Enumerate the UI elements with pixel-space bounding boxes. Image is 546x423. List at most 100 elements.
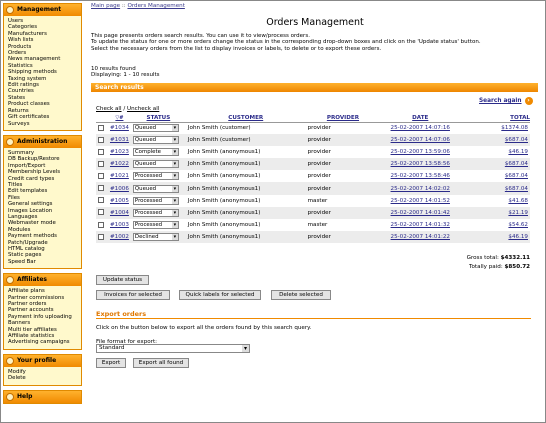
provider-cell: provider [307, 125, 331, 132]
table-row: #1002 Declined John Smith (anonymous1)prov… [96, 230, 530, 243]
column-header-status[interactable]: STATUS [130, 114, 186, 123]
order-date-link[interactable]: 25-02-2007 14:07:06 [391, 137, 450, 143]
menu-bullet-icon [6, 6, 14, 14]
order-total-link[interactable]: $46.19 [508, 149, 528, 155]
row-checkbox[interactable] [98, 125, 104, 132]
order-id-link[interactable]: #1005 [110, 198, 129, 204]
quick-labels-button[interactable]: Quick labels for selected [179, 290, 261, 300]
order-id-link[interactable]: #1003 [110, 222, 129, 228]
row-checkbox[interactable] [98, 209, 104, 216]
breadcrumb-current-link[interactable]: Orders Management [127, 3, 184, 9]
status-select[interactable]: Queued [132, 184, 179, 193]
order-date-link[interactable]: 25-02-2007 14:02:02 [391, 186, 450, 192]
row-checkbox[interactable] [98, 221, 104, 228]
order-total-link[interactable]: $1374.08 [501, 125, 528, 131]
order-id-link[interactable]: #1006 [110, 186, 129, 192]
customer-cell: John Smith (anonymous1) [187, 221, 261, 228]
order-total-link[interactable]: $687.04 [505, 186, 528, 192]
results-displaying: Displaying: 1 - 10 results [91, 72, 160, 79]
order-id-link[interactable]: #1031 [110, 137, 129, 143]
delete-selected-button[interactable]: Delete selected [271, 290, 331, 300]
status-select[interactable]: Processed [132, 172, 179, 181]
column-header-customer[interactable]: CUSTOMER [185, 114, 306, 123]
status-value: Processed [134, 221, 163, 228]
order-total-link[interactable]: $687.04 [505, 161, 528, 167]
order-id-link[interactable]: #1004 [110, 210, 129, 216]
status-select[interactable]: Queued [132, 136, 179, 145]
order-total-link[interactable]: $54.62 [508, 222, 528, 228]
column-header-provider[interactable]: PROVIDER [305, 114, 381, 123]
row-checkbox[interactable] [98, 185, 104, 192]
sidebar-item-management[interactable]: Surveys [8, 121, 78, 127]
status-select[interactable]: Processed [132, 196, 179, 205]
totally-paid-value: $850.72 [504, 264, 530, 270]
status-select[interactable]: Queued [132, 124, 179, 133]
uncheck-all-link[interactable]: Uncheck all [127, 106, 159, 112]
sort-order-id-header[interactable]: ▽# [107, 114, 131, 123]
order-total-link[interactable]: $41.68 [508, 198, 528, 204]
order-date-link[interactable]: 25-02-2007 13:59:06 [391, 149, 450, 155]
order-id-link[interactable]: #1023 [110, 149, 129, 155]
affiliates-menu-header: Affiliates [4, 274, 81, 287]
search-again-link[interactable]: Search again › [479, 97, 533, 105]
status-select[interactable]: Declined [132, 232, 179, 241]
invoices-for-selected-button[interactable]: Invoices for selected [96, 290, 170, 300]
provider-cell: provider [307, 149, 331, 156]
management-menu-items: Users Categories Manufacturers Wish lists Pr… [4, 16, 81, 130]
order-total-link[interactable]: $46.19 [508, 234, 528, 240]
breadcrumb-home-link[interactable]: Main page [91, 3, 120, 9]
status-value: Queued [134, 161, 157, 168]
profile-menu: Your profile Modify Delete [3, 353, 82, 386]
status-select[interactable]: Complete [132, 148, 179, 157]
column-header-total[interactable]: TOTAL [460, 114, 530, 123]
order-date-link[interactable]: 25-02-2007 13:58:46 [391, 173, 450, 179]
row-checkbox[interactable] [98, 148, 104, 155]
provider-cell: provider [305, 230, 381, 243]
sidebar-item-administration[interactable]: Speed Bar [8, 259, 78, 265]
customer-cell: John Smith (anonymous1) [185, 182, 306, 195]
provider-cell: provider [305, 182, 381, 195]
sidebar-item-affiliates[interactable]: Advertising campaigns [8, 339, 78, 345]
order-total-link[interactable]: $21.19 [508, 210, 528, 216]
table-row: #1023 Complete John Smith (anonymous1) prov… [96, 146, 530, 158]
export-orders-title: Export orders [96, 310, 147, 318]
status-select[interactable]: Processed [132, 220, 179, 229]
table-row: #1034 Queued John Smith (customer) provider… [96, 122, 530, 134]
check-all-link[interactable]: Check all [96, 106, 122, 112]
orders-table-body: #1034QueuedJohn Smith (customer)provider… [96, 122, 530, 243]
order-date-link[interactable]: 25-02-2007 13:58:56 [391, 161, 450, 167]
status-select[interactable]: Processed [132, 208, 179, 217]
order-date-link[interactable]: 25-02-2007 14:01:42 [391, 210, 450, 216]
customer-cell: John Smith (anonymous1) [185, 206, 306, 219]
order-id-link[interactable]: #1034 [110, 125, 129, 131]
help-menu-header[interactable]: Help [4, 390, 81, 403]
export-all-found-button[interactable]: Export all found [133, 358, 189, 368]
administration-menu-items: Summary DB Backup/Restore Import/Export Mem… [4, 148, 81, 268]
menu-bullet-icon [6, 392, 14, 401]
update-status-button[interactable]: Update status [96, 275, 149, 285]
status-select[interactable]: Queued [132, 160, 179, 169]
export-button[interactable]: Export [96, 358, 126, 368]
table-row: #1005 Processed John Smith (anonymous1) mas… [96, 195, 530, 207]
sidebar-item-profile[interactable]: Delete [8, 375, 78, 381]
row-checkbox[interactable] [98, 173, 104, 180]
order-date-link[interactable]: 25-02-2007 14:01:22 [391, 234, 450, 240]
order-date-link[interactable]: 25-02-2007 14:01:32 [391, 222, 450, 228]
order-id-link[interactable]: #1022 [110, 161, 129, 167]
order-date-link[interactable]: 25-02-2007 14:01:52 [391, 198, 450, 204]
table-row: #1022 Queued John Smith (anonymous1)provid… [96, 158, 530, 171]
row-checkbox[interactable] [98, 233, 104, 240]
order-id-link[interactable]: #1002 [110, 234, 129, 240]
column-header-date[interactable]: DATE [380, 114, 461, 123]
intro-line: Select the necessary orders from the lis… [91, 45, 382, 52]
export-format-select[interactable]: Standard [96, 344, 250, 353]
orders-table: ▽# STATUS CUSTOMER PROVIDER DATE TOTAL #… [96, 114, 530, 243]
row-checkbox[interactable] [98, 161, 104, 168]
order-total-link[interactable]: $687.04 [505, 137, 528, 143]
order-id-link[interactable]: #1021 [110, 173, 129, 179]
table-header-row: ▽# STATUS CUSTOMER PROVIDER DATE TOTAL [96, 114, 530, 123]
row-checkbox[interactable] [98, 136, 104, 143]
order-date-link[interactable]: 25-02-2007 14:07:16 [391, 125, 450, 131]
order-total-link[interactable]: $687.04 [505, 173, 528, 179]
row-checkbox[interactable] [98, 197, 104, 204]
